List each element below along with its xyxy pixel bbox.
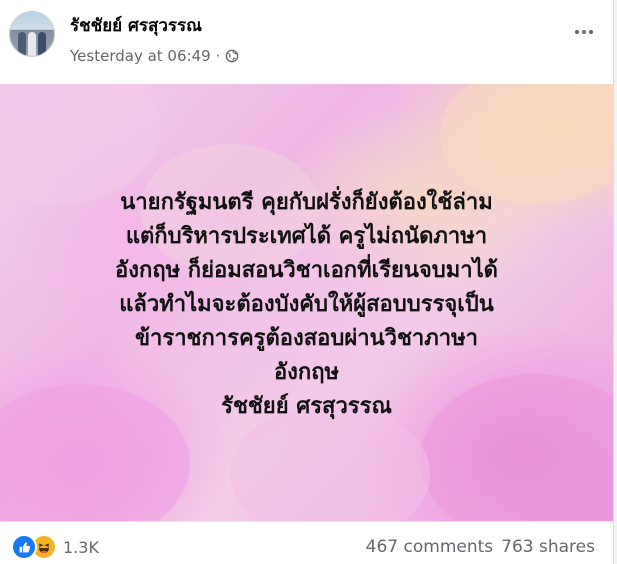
globe-icon bbox=[226, 49, 239, 63]
post-meta: Yesterday at 06:49 · bbox=[70, 47, 239, 65]
author-avatar[interactable] bbox=[9, 11, 55, 57]
post-background: นายกรัฐมนตรี คุยกับฝรั่งก็ยังต้องใช้ล่าม… bbox=[0, 84, 613, 521]
post-header: รัชชัยย์ ศรสุวรรณ Yesterday at 06:49 · bbox=[0, 0, 613, 84]
comments-count-link[interactable]: 467 comments bbox=[366, 537, 493, 557]
meta-separator: · bbox=[215, 47, 221, 65]
more-options-icon[interactable] bbox=[569, 22, 599, 42]
post-footer: 1.3K 467 comments 763 shares bbox=[0, 521, 613, 564]
reaction-count: 1.3K bbox=[63, 537, 99, 557]
like-icon bbox=[11, 534, 37, 560]
post-timestamp[interactable]: Yesterday at 06:49 bbox=[70, 47, 211, 65]
reactions-summary[interactable]: 1.3K bbox=[11, 534, 99, 560]
author-name[interactable]: รัชชัยย์ ศรสุวรรณ bbox=[70, 12, 202, 39]
engagement-counts: 467 comments 763 shares bbox=[366, 537, 595, 557]
post-text: นายกรัฐมนตรี คุยกับฝรั่งก็ยังต้องใช้ล่าม… bbox=[115, 189, 498, 419]
shares-count-link[interactable]: 763 shares bbox=[501, 537, 595, 557]
post-card: รัชชัยย์ ศรสุวรรณ Yesterday at 06:49 · น… bbox=[0, 0, 614, 564]
